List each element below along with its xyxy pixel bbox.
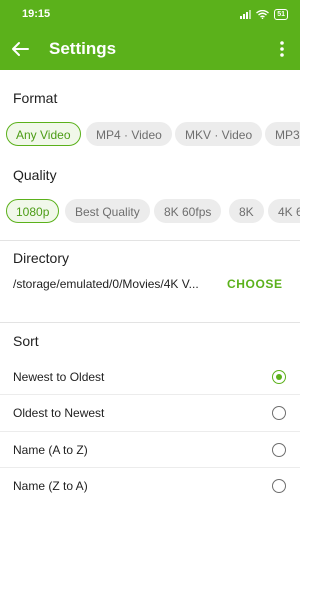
directory-path: /storage/emulated/0/Movies/4K V...	[13, 277, 199, 291]
format-chip-mp3[interactable]: MP3	[265, 122, 300, 146]
radio-unchecked-icon[interactable]	[272, 406, 286, 420]
status-icons: 51	[240, 8, 288, 20]
format-section-title: Format	[13, 90, 58, 106]
quality-chip-1080p[interactable]: 1080p	[6, 199, 60, 223]
quality-chip-8k[interactable]: 8K	[229, 199, 264, 223]
divider	[0, 322, 300, 323]
battery-icon: 51	[274, 8, 288, 20]
quality-chip-4k-60fps[interactable]: 4K 6	[268, 199, 300, 223]
radio-unchecked-icon[interactable]	[272, 479, 286, 493]
quality-chip-8k-60fps[interactable]: 8K 60fps	[154, 199, 222, 223]
format-chip-mp4-video[interactable]: MP4 · Video	[86, 122, 172, 146]
back-arrow-icon[interactable]	[8, 37, 32, 61]
quality-chip-best-quality[interactable]: Best Quality	[65, 199, 150, 223]
sort-section-title: Sort	[13, 333, 39, 349]
sort-option-oldest-to-newest[interactable]: Oldest to Newest	[0, 395, 300, 431]
format-chip-any-video[interactable]: Any Video	[6, 122, 81, 146]
page-title: Settings	[49, 39, 117, 58]
battery-level: 51	[277, 10, 285, 18]
status-bar: 19:15 51	[0, 0, 300, 28]
more-vert-icon[interactable]	[270, 37, 294, 61]
sort-option-label: Name (Z to A)	[13, 479, 88, 493]
sort-option-label: Newest to Oldest	[13, 370, 105, 384]
quality-chips: 1080p Best Quality 8K 60fps 8K 4K 6	[6, 199, 300, 225]
sort-option-label: Name (A to Z)	[13, 443, 88, 457]
status-time: 19:15	[22, 8, 51, 20]
radio-checked-icon[interactable]	[272, 370, 286, 384]
radio-unchecked-icon[interactable]	[272, 443, 286, 457]
sort-option-name-z-to-a[interactable]: Name (Z to A)	[0, 468, 300, 504]
quality-section-title: Quality	[13, 167, 57, 183]
sort-option-label: Oldest to Newest	[13, 406, 105, 420]
app-bar: Settings	[0, 28, 300, 70]
signal-icon	[240, 9, 252, 19]
choose-directory-button[interactable]: CHOOSE	[227, 277, 283, 291]
format-chips: Any Video MP4 · Video MKV · Video MP3	[6, 122, 300, 148]
wifi-icon	[256, 9, 270, 19]
sort-option-newest-to-oldest[interactable]: Newest to Oldest	[0, 359, 300, 395]
sort-option-name-a-to-z[interactable]: Name (A to Z)	[0, 432, 300, 468]
directory-section-title: Directory	[13, 250, 70, 266]
divider	[0, 240, 300, 241]
format-chip-mkv-video[interactable]: MKV · Video	[175, 122, 263, 146]
